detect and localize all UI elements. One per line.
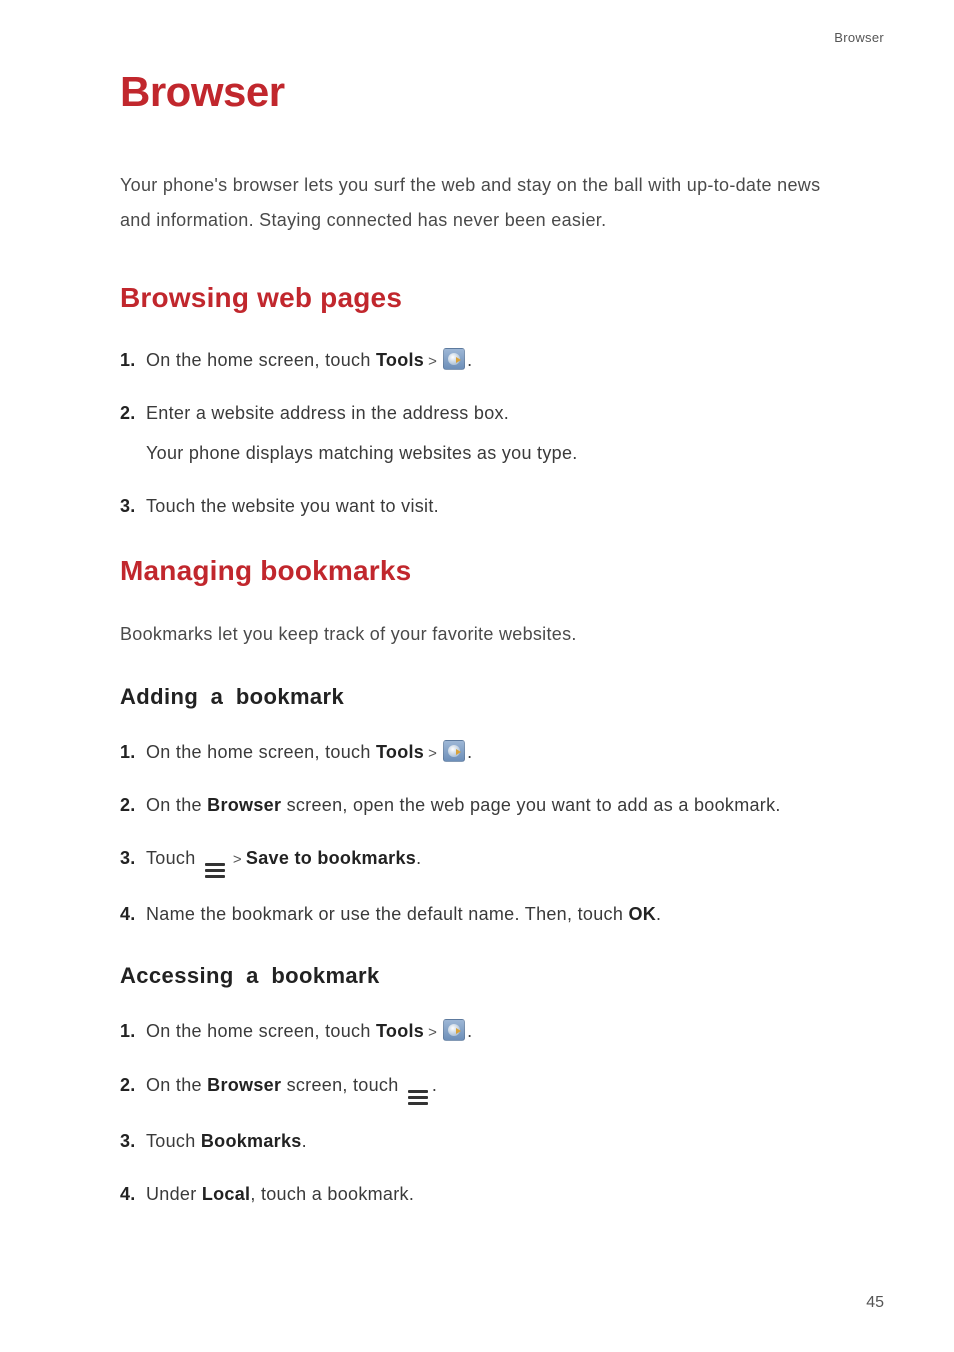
step-text: On the home screen, touch — [146, 742, 376, 762]
step-number: 2. — [120, 397, 146, 430]
browser-icon — [443, 348, 465, 370]
page-number: 45 — [866, 1294, 884, 1312]
step-text: . — [467, 742, 472, 762]
arrow-text: > — [233, 851, 242, 868]
list-item: 4. Under Local, touch a bookmark. — [120, 1178, 854, 1211]
list-item: 3. Touch >Save to bookmarks. — [120, 842, 854, 878]
bookmarks-intro: Bookmarks let you keep track of your fav… — [120, 617, 854, 651]
arrow-text: > — [428, 353, 437, 370]
step-text: Touch the website you want to visit. — [146, 496, 439, 516]
ui-label: Local — [202, 1184, 251, 1204]
steps-adding: 1. On the home screen, touch Tools>. 2. … — [120, 736, 854, 932]
step-text: . — [656, 904, 661, 924]
step-number: 4. — [120, 1178, 146, 1211]
step-text: screen, open the web page you want to ad… — [281, 795, 780, 815]
steps-accessing: 1. On the home screen, touch Tools>. 2. … — [120, 1015, 854, 1211]
step-text: screen, touch — [281, 1075, 404, 1095]
step-number: 4. — [120, 898, 146, 931]
step-number: 3. — [120, 842, 146, 875]
step-text: On the home screen, touch — [146, 1021, 376, 1041]
list-item: 2. On the Browser screen, touch . — [120, 1069, 854, 1105]
list-item: 3. Touch the website you want to visit. — [120, 490, 854, 523]
step-number: 2. — [120, 789, 146, 822]
ui-label: Save to bookmarks — [246, 848, 416, 868]
ui-label: Browser — [207, 795, 281, 815]
browser-icon — [443, 1019, 465, 1041]
step-text: , touch a bookmark. — [250, 1184, 414, 1204]
list-item: 2. On the Browser screen, open the web p… — [120, 789, 854, 822]
list-item: 4. Name the bookmark or use the default … — [120, 898, 854, 931]
step-text: . — [432, 1075, 437, 1095]
ui-label: Bookmarks — [201, 1131, 302, 1151]
section-heading-browsing: Browsing web pages — [120, 282, 854, 314]
list-item: 1. On the home screen, touch Tools>. — [120, 1015, 854, 1048]
step-text: . — [302, 1131, 307, 1151]
ui-label: Tools — [376, 1021, 424, 1041]
step-text: On the home screen, touch — [146, 350, 376, 370]
list-item: 1. On the home screen, touch Tools>. — [120, 736, 854, 769]
list-item: 2. Enter a website address in the addres… — [120, 397, 854, 470]
step-text: On the — [146, 1075, 207, 1095]
subsection-heading-adding: Adding a bookmark — [120, 684, 854, 710]
subsection-heading-accessing: Accessing a bookmark — [120, 963, 854, 989]
step-body: On the home screen, touch Tools>. — [146, 1015, 854, 1048]
ui-label: Browser — [207, 1075, 281, 1095]
step-number: 3. — [120, 1125, 146, 1158]
step-body: Name the bookmark or use the default nam… — [146, 898, 854, 931]
step-text: Touch — [146, 1131, 201, 1151]
step-body: On the home screen, touch Tools>. — [146, 344, 854, 377]
step-text: Enter a website address in the address b… — [146, 403, 509, 423]
browser-icon — [443, 740, 465, 762]
step-number: 1. — [120, 1015, 146, 1048]
list-item: 1. On the home screen, touch Tools>. — [120, 344, 854, 377]
intro-paragraph: Your phone's browser lets you surf the w… — [120, 168, 854, 238]
step-subtext: Your phone displays matching websites as… — [146, 437, 854, 470]
step-body: On the Browser screen, touch . — [146, 1069, 854, 1105]
document-page: Browser Browser Your phone's browser let… — [0, 0, 954, 1352]
header-label: Browser — [834, 30, 884, 45]
list-item: 3. Touch Bookmarks. — [120, 1125, 854, 1158]
step-body: Touch >Save to bookmarks. — [146, 842, 854, 878]
step-text: Name the bookmark or use the default nam… — [146, 904, 628, 924]
ui-label: OK — [628, 904, 656, 924]
step-body: Touch Bookmarks. — [146, 1125, 854, 1158]
step-text: Under — [146, 1184, 202, 1204]
step-number: 1. — [120, 344, 146, 377]
menu-icon — [205, 863, 225, 878]
step-body: Under Local, touch a bookmark. — [146, 1178, 854, 1211]
step-body: Enter a website address in the address b… — [146, 397, 854, 470]
section-heading-bookmarks: Managing bookmarks — [120, 555, 854, 587]
ui-label: Tools — [376, 742, 424, 762]
step-text: On the — [146, 795, 207, 815]
steps-browsing: 1. On the home screen, touch Tools>. 2. … — [120, 344, 854, 523]
step-text: . — [467, 350, 472, 370]
arrow-text: > — [428, 745, 437, 762]
step-number: 3. — [120, 490, 146, 523]
step-body: On the Browser screen, open the web page… — [146, 789, 854, 822]
arrow-text: > — [428, 1024, 437, 1041]
step-number: 2. — [120, 1069, 146, 1102]
step-text: Touch — [146, 848, 201, 868]
step-body: Touch the website you want to visit. — [146, 490, 854, 523]
step-text: . — [467, 1021, 472, 1041]
step-text: . — [416, 848, 421, 868]
ui-label: Tools — [376, 350, 424, 370]
step-number: 1. — [120, 736, 146, 769]
menu-icon — [408, 1090, 428, 1105]
page-title: Browser — [120, 68, 854, 116]
step-body: On the home screen, touch Tools>. — [146, 736, 854, 769]
